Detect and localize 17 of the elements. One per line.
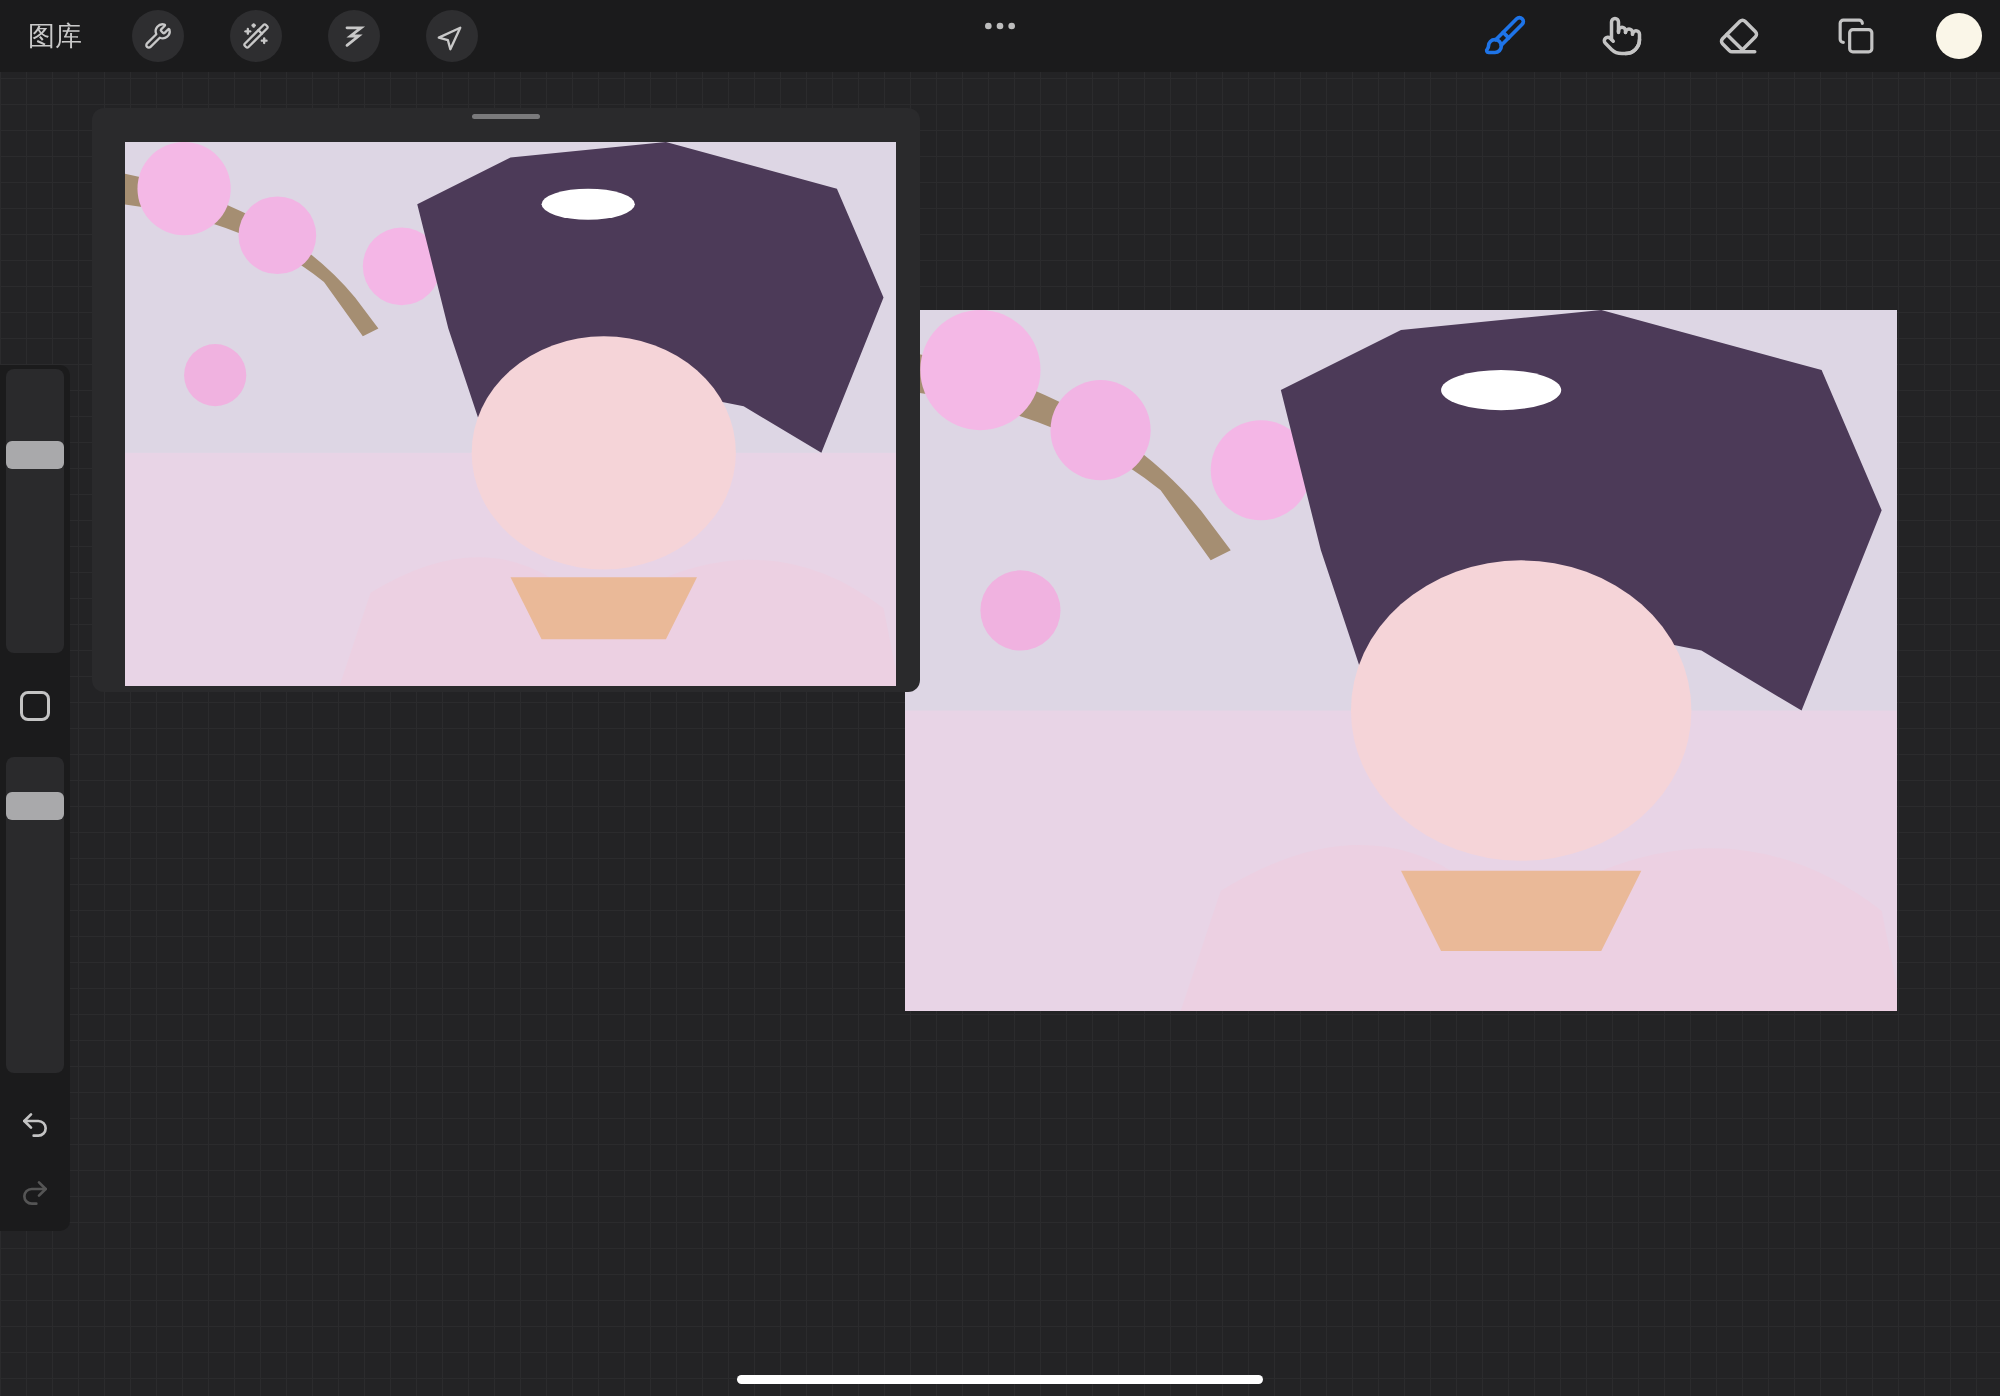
drag-handle[interactable]	[472, 114, 540, 119]
slider-thumb[interactable]	[6, 440, 64, 469]
tool-button[interactable]	[426, 10, 478, 62]
tool-button[interactable]	[230, 10, 282, 62]
color-swatch[interactable]	[1936, 13, 1982, 59]
gallery-button[interactable]: 图库	[28, 18, 82, 54]
layers-icon	[1837, 17, 1875, 55]
finger-icon	[1601, 15, 1643, 57]
opacity-slider[interactable]	[6, 757, 64, 1073]
eraser-icon	[1718, 15, 1760, 57]
modify-button[interactable]	[20, 691, 50, 721]
tool-button[interactable]	[328, 10, 380, 62]
slider-thumb[interactable]	[6, 791, 64, 820]
tool-button[interactable]	[132, 10, 184, 62]
magic-wand-icon	[242, 22, 270, 50]
wrench-icon	[144, 22, 172, 50]
brush-size-slider[interactable]	[6, 369, 64, 653]
